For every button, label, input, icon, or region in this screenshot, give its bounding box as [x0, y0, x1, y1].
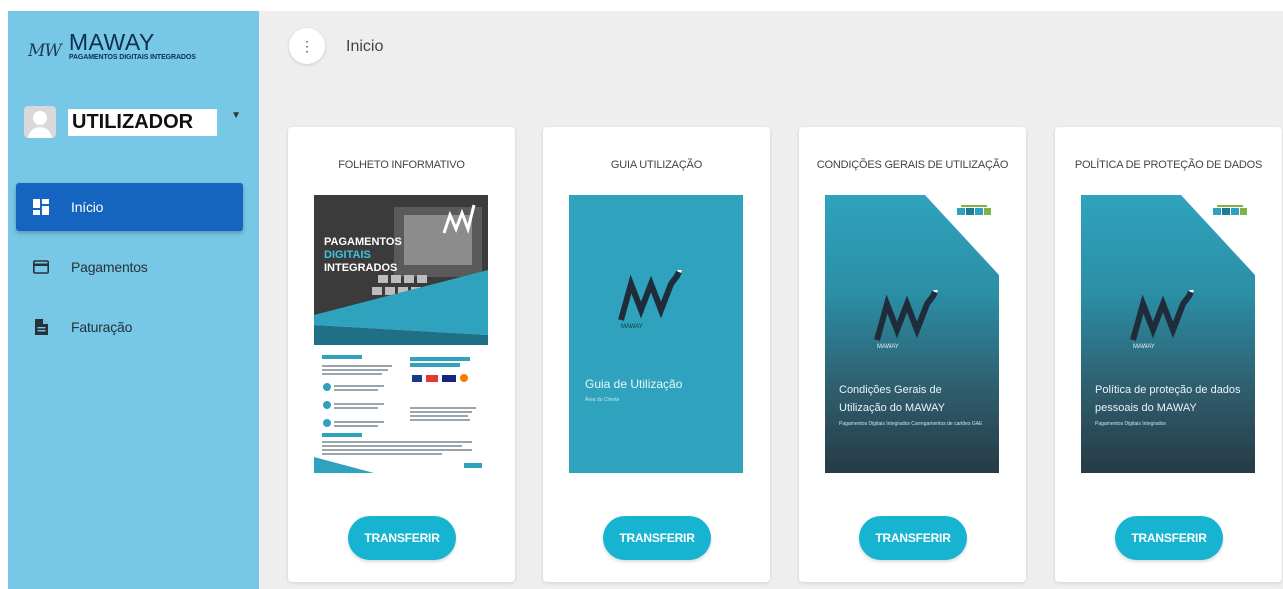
card-title: GUIA UTILIZAÇÃO — [610, 159, 703, 171]
sidebar-item-inicio[interactable]: Início — [16, 183, 243, 231]
brand-logo[interactable]: MW MAWAY PAGAMENTOS DIGITAIS INTEGRADOS — [28, 29, 196, 62]
download-button[interactable]: TRANSFERIR — [859, 516, 967, 560]
document-card-guia: GUIA UTILIZAÇÃO MAWAY Guia de Utilização… — [543, 127, 770, 582]
svg-text:DIGITAIS: DIGITAIS — [324, 249, 371, 261]
flyer-thumbnail[interactable]: PAGAMENTOS DIGITAIS INTEGRADOS — [314, 195, 488, 473]
brand-name: MAWAY — [68, 29, 155, 55]
sidebar-item-label: Início — [71, 199, 104, 215]
avatar — [24, 106, 56, 138]
sidebar: MW MAWAY PAGAMENTOS DIGITAIS INTEGRADOS … — [8, 11, 259, 589]
privacy-thumbnail[interactable]: MAWAY Política de proteção de dados pess… — [1081, 195, 1255, 473]
guide-thumbnail[interactable]: MAWAY Guia de Utilização Área do Cliente — [569, 195, 743, 473]
page-title: Inicio — [346, 38, 384, 55]
brand-text: MAWAY PAGAMENTOS DIGITAIS INTEGRADOS — [68, 29, 196, 62]
doc-heading: Guia de Utilização — [585, 377, 683, 391]
maway-logo-mark: MW — [28, 41, 62, 61]
doc-subheading: Pagamentos Digitais Integrados Carregame… — [839, 421, 983, 427]
svg-text:MAWAY: MAWAY — [877, 344, 899, 350]
dashboard-icon — [33, 199, 49, 215]
main-content: ⋮ Inicio FOLHETO INFORMATIVO PAGAMENTOS … — [259, 11, 1283, 589]
sidebar-nav: Início Pagamentos Faturação — [16, 183, 243, 363]
sidebar-item-label: Faturação — [71, 319, 133, 335]
card-title: FOLHETO INFORMATIVO — [338, 159, 465, 171]
svg-text:INTEGRADOS: INTEGRADOS — [324, 262, 397, 274]
sidebar-item-label: Pagamentos — [71, 259, 148, 275]
doc-subheading: Pagamentos Digitais Integrados — [1095, 421, 1166, 427]
sidebar-item-faturacao[interactable]: Faturação — [16, 303, 243, 351]
download-button[interactable]: TRANSFERIR — [1115, 516, 1223, 560]
brand-subtitle: PAGAMENTOS DIGITAIS INTEGRADOS — [68, 54, 196, 61]
download-button[interactable]: TRANSFERIR — [348, 516, 456, 560]
caret-down-icon[interactable]: ▼ — [231, 110, 241, 121]
doc-heading: Condições Gerais de Utilização do MAWAY — [839, 384, 945, 414]
document-card-folheto: FOLHETO INFORMATIVO PAGAMENTOS DIGITAIS … — [288, 127, 515, 582]
partner-badge-icon — [957, 205, 991, 215]
card-title: CONDIÇÕES GERAIS DE UTILIZAÇÃO — [816, 159, 1009, 171]
svg-text:MAWAY: MAWAY — [621, 324, 643, 330]
document-card-condicoes: CONDIÇÕES GERAIS DE UTILIZAÇÃO MAWAY Con… — [799, 127, 1026, 582]
maway-logo-icon: MAWAY — [874, 290, 938, 350]
user-menu[interactable]: UTILIZADOR ▼ — [24, 106, 241, 138]
credit-card-icon — [33, 259, 49, 275]
maway-logo-icon: MAWAY — [1130, 290, 1194, 350]
more-vert-icon[interactable]: ⋮ — [289, 28, 325, 64]
document-icon — [33, 319, 49, 335]
download-button[interactable]: TRANSFERIR — [603, 516, 711, 560]
document-card-politica: POLÍTICA DE PROTEÇÃO DE DADOS MAWAY Polí… — [1055, 127, 1282, 582]
flyer-image: PAGAMENTOS DIGITAIS INTEGRADOS — [314, 195, 488, 473]
flyer-heading-1: PAGAMENTOS — [324, 236, 402, 248]
user-name: UTILIZADOR — [68, 108, 218, 136]
sidebar-item-pagamentos[interactable]: Pagamentos — [16, 243, 243, 291]
doc-subheading: Área do Cliente — [585, 397, 620, 403]
card-title: POLÍTICA DE PROTEÇÃO DE DADOS — [1074, 159, 1263, 171]
maway-logo-icon: MAWAY — [618, 270, 682, 330]
doc-heading: Política de proteção de dados pessoais d… — [1095, 384, 1241, 414]
conditions-thumbnail[interactable]: MAWAY Condições Gerais de Utilização do … — [825, 195, 999, 473]
partner-badge-icon — [1213, 205, 1247, 215]
svg-text:MAWAY: MAWAY — [1133, 344, 1155, 350]
